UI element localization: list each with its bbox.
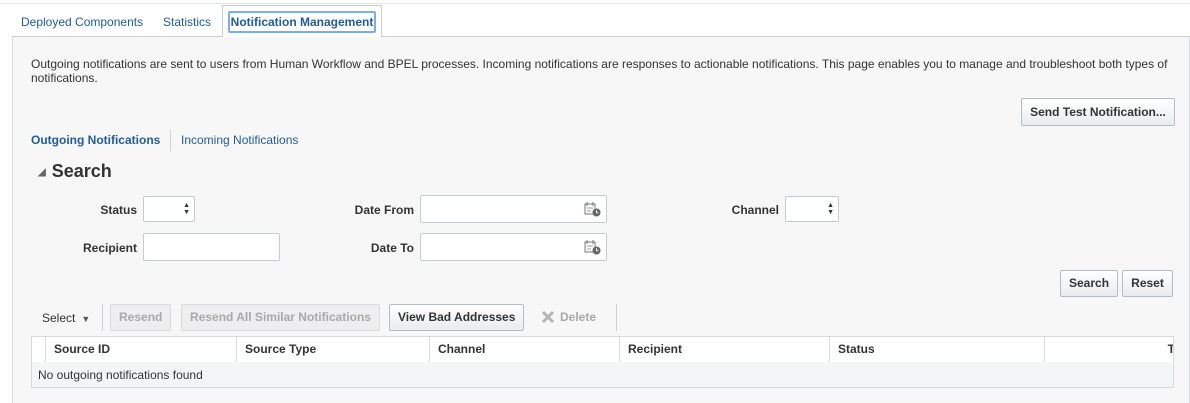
column-header-channel[interactable]: Channel: [429, 337, 619, 362]
channel-select[interactable]: ▲ ▼: [785, 196, 839, 222]
search-section-header[interactable]: ◢ Search: [38, 161, 112, 182]
subtab-incoming-notifications[interactable]: Incoming Notifications: [181, 133, 298, 147]
tab-notification-management-label: Notification Management: [228, 11, 376, 33]
column-header-t[interactable]: T: [1044, 337, 1173, 362]
tab-notification-management[interactable]: Notification Management: [222, 5, 382, 37]
date-from-label: Date From: [354, 203, 414, 217]
delete-button-label: Delete: [560, 310, 597, 324]
delete-button[interactable]: Delete: [541, 310, 596, 324]
top-border: [0, 3, 1190, 4]
select-arrows-icon: ▲ ▼: [183, 202, 190, 216]
toolbar-divider: [102, 304, 103, 331]
channel-label: Channel: [731, 203, 779, 217]
calendar-icon[interactable]: [584, 239, 601, 255]
tab-statistics[interactable]: Statistics: [163, 15, 211, 29]
outgoing-notifications-table-body: No outgoing notifications found: [31, 362, 1174, 388]
toolbar-divider: [616, 304, 617, 331]
resend-button[interactable]: Resend: [110, 304, 171, 331]
status-select[interactable]: ▲ ▼: [143, 196, 195, 222]
reset-button[interactable]: Reset: [1122, 270, 1173, 297]
column-header-recipient[interactable]: Recipient: [619, 337, 829, 362]
status-label: Status: [100, 203, 137, 217]
date-to-label: Date To: [370, 241, 414, 255]
delete-x-icon: [541, 310, 555, 324]
select-arrows-icon: ▲ ▼: [827, 202, 834, 216]
outgoing-notifications-table-header: Source ID Source Type Channel Recipient …: [31, 336, 1174, 363]
dropdown-arrow-icon: ▼: [81, 314, 91, 324]
select-menu-label: Select: [42, 311, 76, 325]
resend-all-similar-button[interactable]: Resend All Similar Notifications: [181, 304, 380, 331]
search-button[interactable]: Search: [1060, 270, 1118, 297]
recipient-label: Recipient: [82, 241, 137, 255]
send-test-notification-button[interactable]: Send Test Notification...: [1021, 98, 1175, 126]
empty-table-message: No outgoing notifications found: [38, 368, 203, 382]
date-to-input[interactable]: [420, 233, 607, 261]
date-from-input[interactable]: [420, 195, 607, 223]
column-header-source-type[interactable]: Source Type: [236, 337, 429, 362]
search-title: Search: [51, 161, 112, 181]
tab-deployed-components[interactable]: Deployed Components: [21, 15, 143, 29]
page-description: Outgoing notifications are sent to users…: [31, 57, 1168, 85]
collapse-triangle-icon[interactable]: ◢: [38, 167, 46, 178]
column-header-status[interactable]: Status: [829, 337, 1044, 362]
subtab-divider: [170, 130, 171, 151]
recipient-input[interactable]: [143, 233, 280, 261]
column-header-source-id[interactable]: Source ID: [45, 337, 236, 362]
select-menu[interactable]: Select ▼: [42, 311, 90, 325]
calendar-icon[interactable]: [584, 201, 601, 217]
subtab-outgoing-notifications[interactable]: Outgoing Notifications: [31, 133, 160, 147]
view-bad-addresses-button[interactable]: View Bad Addresses: [389, 304, 524, 331]
